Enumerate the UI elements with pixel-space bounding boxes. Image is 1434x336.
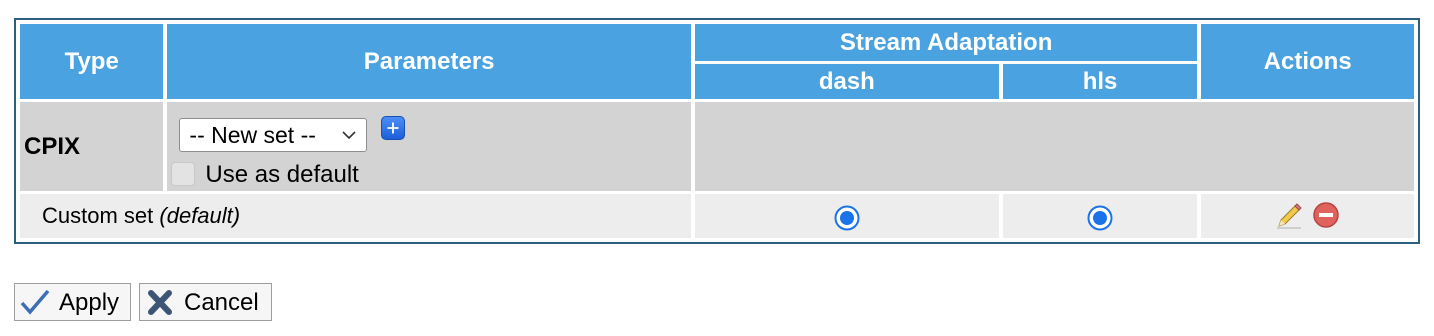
stream-adaptation-table: Type Parameters Stream Adaptation Action… — [16, 21, 1418, 241]
use-as-default-label: Use as default — [205, 161, 359, 188]
hls-radio[interactable] — [1087, 205, 1113, 231]
cpix-set-select[interactable]: -- New set -- — [179, 118, 368, 152]
minus-circle-icon[interactable] — [1311, 201, 1341, 231]
header-hls: hls — [1002, 64, 1198, 99]
cpix-set-select-value: -- New set -- — [189, 122, 316, 148]
checkmark-icon — [20, 289, 50, 315]
hls-cell — [1002, 194, 1198, 238]
apply-label: Apply — [59, 289, 120, 316]
dash-radio[interactable] — [834, 205, 860, 231]
cancel-button[interactable]: Cancel — [139, 283, 272, 321]
cancel-label: Cancel — [184, 289, 259, 316]
plus-icon — [387, 122, 399, 134]
chevron-down-icon — [342, 131, 356, 140]
custom-set-row: Custom set (default) — [20, 194, 1414, 238]
use-as-default-checkbox[interactable] — [171, 162, 196, 186]
cpix-empty-cell — [694, 102, 1414, 191]
header-type: Type — [20, 24, 164, 99]
header-parameters: Parameters — [167, 24, 691, 99]
header-actions: Actions — [1201, 24, 1414, 99]
apply-button[interactable]: Apply — [14, 283, 131, 321]
cpix-row: CPIX -- New set -- Use as default — [20, 102, 1414, 191]
cpix-parameters-cell: -- New set -- Use as default — [167, 102, 691, 191]
pencil-icon[interactable] — [1274, 201, 1304, 231]
dash-cell — [694, 194, 999, 238]
header-dash: dash — [694, 64, 999, 99]
header-stream-adaptation: Stream Adaptation — [694, 24, 1198, 61]
x-icon — [148, 290, 172, 315]
add-set-button[interactable] — [381, 116, 406, 140]
cpix-type-label: CPIX — [20, 102, 164, 191]
custom-set-label: Custom set — [42, 203, 154, 228]
actions-cell — [1201, 194, 1414, 238]
stream-adaptation-table-frame: Type Parameters Stream Adaptation Action… — [14, 18, 1420, 244]
custom-set-name: Custom set (default) — [20, 194, 691, 238]
custom-set-default-suffix: (default) — [159, 203, 241, 228]
